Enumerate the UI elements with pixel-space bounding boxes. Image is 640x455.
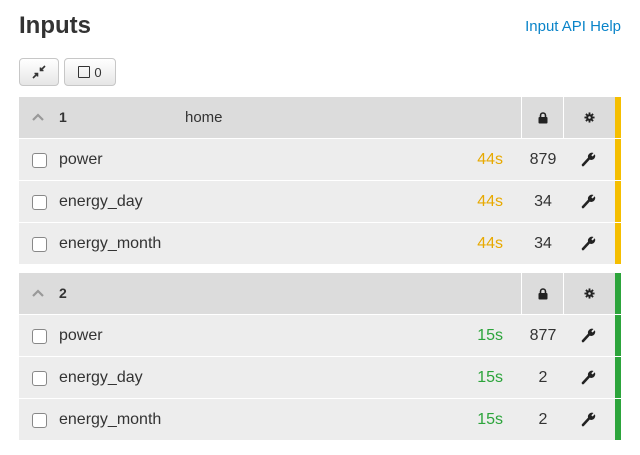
input-row: energy_day 44s 34 — [19, 181, 621, 223]
lock-column — [521, 97, 563, 138]
input-name: energy_day — [59, 193, 143, 210]
input-value: 879 — [529, 151, 557, 168]
compress-arrows-icon — [32, 65, 46, 79]
group-config-button[interactable] — [563, 273, 615, 314]
input-value: 2 — [538, 411, 548, 428]
input-name: energy_month — [59, 411, 162, 428]
group-header[interactable]: 2 — [19, 273, 621, 315]
input-value: 2 — [538, 369, 548, 386]
input-checkbox[interactable] — [32, 153, 47, 168]
chevron-up-icon[interactable] — [32, 288, 44, 298]
status-bar — [615, 181, 621, 222]
square-checkbox-icon — [78, 66, 91, 78]
toolbar: 0 — [19, 58, 116, 86]
input-time: 15s — [477, 411, 503, 428]
input-name: energy_day — [59, 369, 143, 386]
input-name: power — [59, 151, 103, 168]
input-checkbox[interactable] — [32, 237, 47, 252]
status-bar — [615, 223, 621, 264]
wrench-icon[interactable] — [580, 235, 596, 251]
input-time: 15s — [477, 327, 503, 344]
input-value: 877 — [529, 327, 557, 344]
input-row: power 15s 877 — [19, 315, 621, 357]
collapse-all-button[interactable] — [19, 58, 59, 86]
input-checkbox[interactable] — [32, 329, 47, 344]
input-row: energy_month 15s 2 — [19, 399, 621, 441]
input-group-1: 1 home power 44s 879 energy_day 44s 34 e… — [19, 97, 621, 265]
chevron-up-icon[interactable] — [32, 112, 44, 122]
page-title: Inputs — [19, 12, 91, 39]
wrench-icon[interactable] — [580, 369, 596, 385]
status-bar — [615, 97, 621, 138]
input-time: 15s — [477, 369, 503, 386]
page-header: Inputs Input API Help — [19, 10, 621, 44]
status-bar — [615, 273, 621, 314]
wrench-icon[interactable] — [580, 151, 596, 167]
input-time: 44s — [477, 235, 503, 252]
select-all-button[interactable]: 0 — [64, 58, 116, 86]
input-value: 34 — [534, 193, 552, 210]
lock-icon — [538, 287, 547, 299]
gear-icon — [584, 288, 595, 299]
input-api-help-link[interactable]: Input API Help — [525, 18, 621, 35]
input-row: energy_month 44s 34 — [19, 223, 621, 265]
wrench-icon[interactable] — [580, 193, 596, 209]
wrench-icon[interactable] — [580, 411, 596, 427]
wrench-icon[interactable] — [580, 327, 596, 343]
status-bar — [615, 357, 621, 398]
input-group-2: 2 power 15s 877 energy_day 15s 2 energy_… — [19, 273, 621, 441]
input-row: energy_day 15s 2 — [19, 357, 621, 399]
gear-icon — [584, 112, 595, 123]
lock-icon — [538, 111, 547, 123]
input-value: 34 — [534, 235, 552, 252]
selected-count: 0 — [94, 64, 102, 80]
group-number: 2 — [59, 285, 67, 301]
group-name: home — [185, 109, 223, 126]
input-row: power 44s 879 — [19, 139, 621, 181]
lock-column — [521, 273, 563, 314]
input-name: energy_month — [59, 235, 162, 252]
status-bar — [615, 315, 621, 356]
input-name: power — [59, 327, 103, 344]
input-checkbox[interactable] — [32, 195, 47, 210]
input-checkbox[interactable] — [32, 413, 47, 428]
group-header[interactable]: 1 home — [19, 97, 621, 139]
input-time: 44s — [477, 193, 503, 210]
group-config-button[interactable] — [563, 97, 615, 138]
group-number: 1 — [59, 109, 67, 125]
status-bar — [615, 399, 621, 440]
input-time: 44s — [477, 151, 503, 168]
status-bar — [615, 139, 621, 180]
input-checkbox[interactable] — [32, 371, 47, 386]
